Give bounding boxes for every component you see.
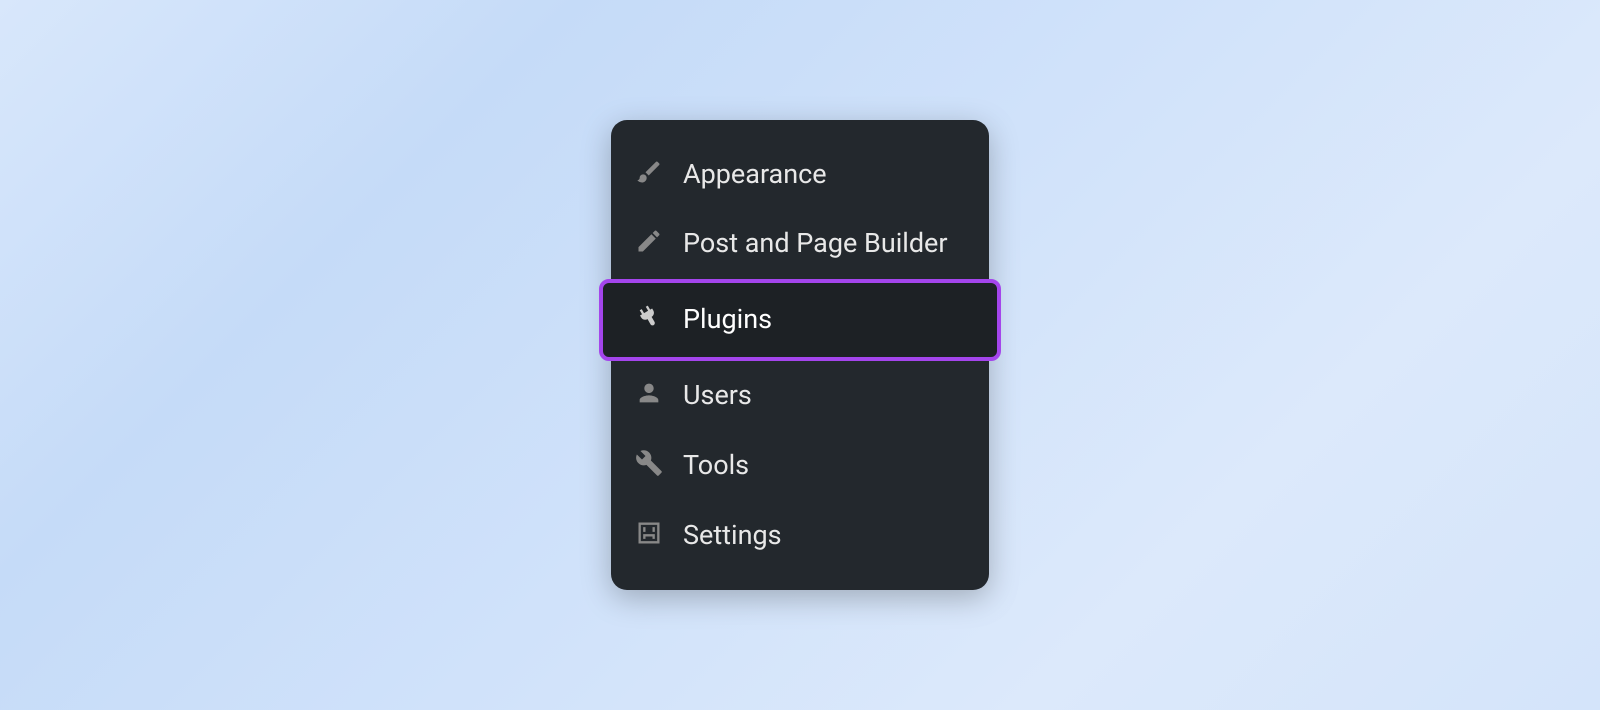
menu-item-label: Settings (683, 517, 782, 555)
menu-item-label: Appearance (683, 156, 827, 194)
brush-icon (635, 158, 663, 186)
user-icon (635, 379, 663, 407)
plug-icon (635, 303, 663, 331)
menu-item-appearance[interactable]: Appearance (611, 140, 989, 210)
wrench-icon (635, 449, 663, 477)
menu-item-label: Plugins (683, 301, 772, 339)
pencil-icon (635, 227, 663, 255)
menu-item-plugins[interactable]: Plugins (599, 279, 1001, 361)
menu-item-tools[interactable]: Tools (611, 431, 989, 501)
menu-item-users[interactable]: Users (611, 361, 989, 431)
menu-item-settings[interactable]: Settings (611, 501, 989, 571)
menu-item-label: Tools (683, 447, 749, 485)
sliders-icon (635, 519, 663, 547)
admin-menu-panel: Appearance Post and Page Builder Plugins… (611, 120, 989, 591)
menu-item-label: Users (683, 377, 752, 415)
menu-item-post-page-builder[interactable]: Post and Page Builder (611, 209, 989, 279)
menu-item-label: Post and Page Builder (683, 225, 948, 263)
